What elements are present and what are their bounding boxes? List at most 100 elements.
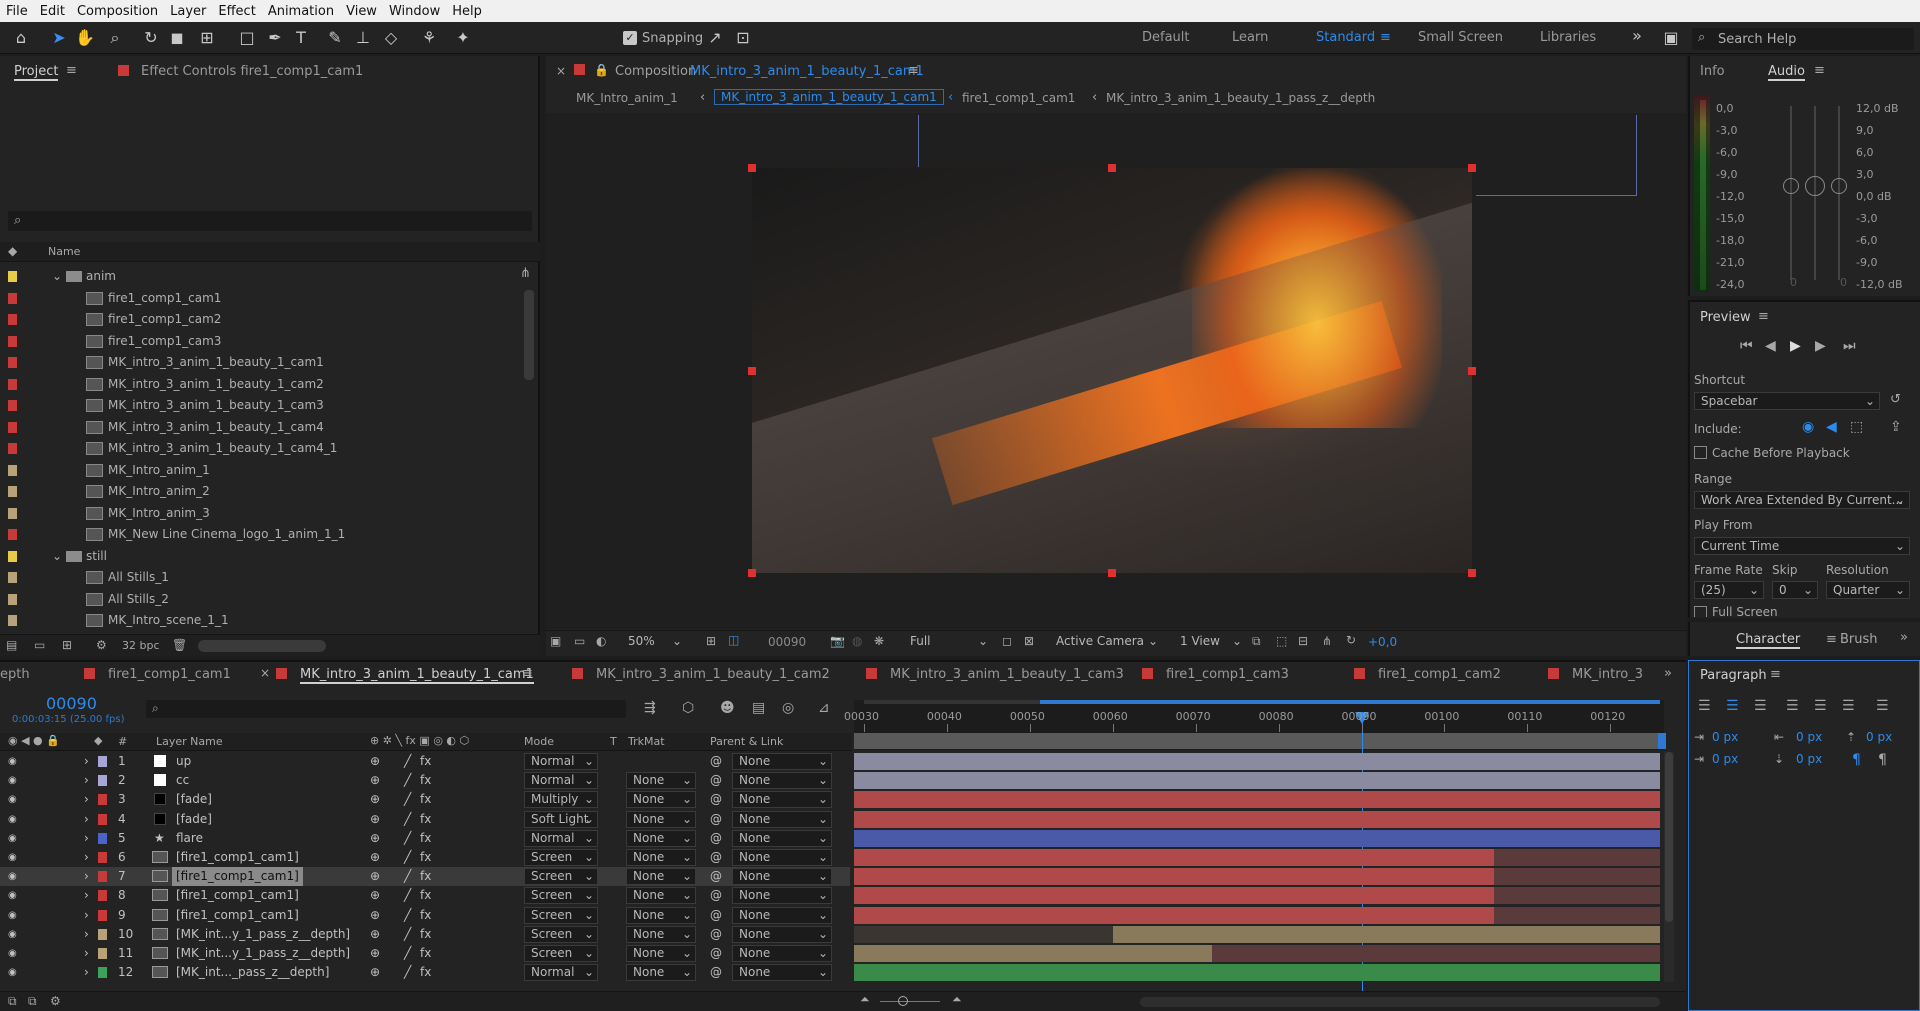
layer-duration-bar[interactable] <box>854 772 1660 790</box>
zoom-in-icon[interactable]: ⏶ <box>952 992 962 1007</box>
menu-composition[interactable]: Composition <box>77 4 158 19</box>
clone-stamp-icon[interactable]: ⊥ <box>352 27 374 49</box>
layer-row[interactable]: ◉ › 12 [MK_int..._pass_z__depth] ⊕ ╱ fx Normal ⌄… <box>0 963 850 982</box>
fx-switch-icon[interactable]: fx <box>420 810 431 829</box>
label-color[interactable] <box>8 486 17 497</box>
snap-option-icon[interactable]: ↗ <box>704 27 726 49</box>
parent-dropdown[interactable]: None ⌄ <box>732 945 832 962</box>
quality-switch-icon[interactable]: ╱ <box>404 848 411 867</box>
project-item[interactable]: All Stills_2 <box>108 589 169 610</box>
trkmat-dropdown[interactable]: None ⌄ <box>626 849 696 866</box>
new-folder-icon[interactable]: ▭ <box>34 638 45 652</box>
eye-icon[interactable]: ◉ <box>8 925 17 944</box>
rtl-direction-icon[interactable]: ¶ <box>1878 752 1887 768</box>
layer-name[interactable]: [MK_int...y_1_pass_z__depth] <box>176 925 350 944</box>
fx-switch-icon[interactable]: fx <box>420 867 431 886</box>
include-video-icon[interactable]: ◉ <box>1802 419 1814 435</box>
fx-switch-icon[interactable]: fx <box>420 848 431 867</box>
layer-name[interactable]: cc <box>176 771 189 790</box>
zoom-slider-thumb[interactable] <box>898 996 908 1006</box>
snapshot-icon[interactable]: 📷 <box>830 634 845 648</box>
comp-mini-flowchart-icon[interactable]: ⇶ <box>644 700 656 716</box>
timeline-tab[interactable]: fire1_comp1_cam2 <box>1378 667 1501 682</box>
label-color[interactable] <box>98 948 107 959</box>
snap-grid-icon[interactable]: ⊡ <box>732 27 754 49</box>
frame-blending-icon[interactable]: ▤ <box>752 700 765 716</box>
timeline-icon[interactable]: ⊟ <box>1298 634 1308 648</box>
modes-icon[interactable]: ⧉ <box>28 994 37 1009</box>
trkmat-dropdown[interactable]: None ⌄ <box>626 791 696 809</box>
pen-tool-icon[interactable]: ✒ <box>264 27 286 49</box>
breadcrumb-item[interactable]: fire1_comp1_cam1 <box>962 91 1075 105</box>
quality-switch-icon[interactable]: ╱ <box>404 925 411 944</box>
project-h-scrollbar[interactable] <box>198 640 326 652</box>
parent-dropdown[interactable]: None ⌄ <box>732 925 832 943</box>
menu-animation[interactable]: Animation <box>268 4 334 19</box>
pick-whip-icon[interactable]: @ <box>710 752 722 771</box>
external-video-icon[interactable]: ⇪ <box>1890 419 1902 435</box>
reset-icon[interactable]: ↺ <box>1890 392 1901 407</box>
work-area-range[interactable] <box>854 733 1658 749</box>
tab-brush[interactable]: Brush <box>1840 632 1884 647</box>
motion-blur-icon[interactable]: ◎ <box>782 700 794 716</box>
interpret-footage-icon[interactable]: ▤ <box>6 638 17 652</box>
disclosure-triangle-icon[interactable]: ⌄ <box>52 546 62 567</box>
parent-dropdown[interactable]: None ⌄ <box>732 829 832 847</box>
layer-name[interactable]: [fade] <box>176 790 212 809</box>
parent-dropdown[interactable]: None ⌄ <box>732 868 832 886</box>
layer-switches-icon[interactable]: ⧉ <box>8 994 17 1009</box>
project-item[interactable]: MK_intro_3_anim_1_beauty_1_cam4 <box>108 417 324 438</box>
quality-switch-icon[interactable]: ╱ <box>404 906 411 925</box>
lock-icon[interactable]: 🔒 <box>594 63 609 77</box>
layer-name[interactable]: [fire1_comp1_cam1] <box>176 848 299 867</box>
puppet-pin-icon[interactable]: ✦ <box>452 27 474 49</box>
layer-duration-bar[interactable] <box>854 791 1660 809</box>
shy-switch-icon[interactable]: ⊕ <box>370 963 380 982</box>
shy-switch-icon[interactable]: ⊕ <box>370 790 380 809</box>
blend-mode-dropdown[interactable]: Normal ⌄ <box>524 772 598 790</box>
quality-switch-icon[interactable]: ╱ <box>404 944 411 963</box>
disclosure-triangle-icon[interactable]: › <box>84 848 89 867</box>
project-item[interactable]: MK_Intro_anim_2 <box>108 481 210 502</box>
disclosure-triangle-icon[interactable]: › <box>84 886 89 905</box>
indent-right-value[interactable]: 0 px <box>1796 730 1822 744</box>
timeline-tab-menu-icon[interactable]: ≡ <box>522 666 533 681</box>
eye-icon[interactable]: ◉ <box>8 810 17 829</box>
transparency-grid-icon[interactable]: ◫ <box>728 633 739 647</box>
align-left-icon[interactable]: ☰ <box>1698 698 1711 714</box>
include-audio-icon[interactable]: ◀ <box>1826 419 1837 435</box>
graph-editor-icon[interactable]: ⊿ <box>818 700 830 716</box>
pick-whip-icon[interactable]: @ <box>710 867 722 886</box>
quality-switch-icon[interactable]: ╱ <box>404 771 411 790</box>
pick-whip-icon[interactable]: @ <box>710 790 722 809</box>
breadcrumb-item[interactable]: MK_intro_3_anim_1_beauty_1_cam1 <box>714 89 944 105</box>
first-line-indent-value[interactable]: 0 px <box>1712 752 1738 766</box>
blend-mode-dropdown[interactable]: Screen ⌄ <box>524 887 598 905</box>
label-color[interactable] <box>8 357 17 368</box>
magnification-dropdown[interactable]: 50% ⌄ <box>622 633 684 651</box>
blend-mode-dropdown[interactable]: Soft Light ⌄ <box>524 810 598 828</box>
always-preview-icon[interactable]: ▣ <box>550 634 561 648</box>
label-color[interactable] <box>8 292 17 304</box>
disclosure-triangle-icon[interactable]: › <box>84 963 89 982</box>
fx-switch-icon[interactable]: fx <box>420 906 431 925</box>
breadcrumb-item[interactable]: MK_intro_3_anim_1_beauty_1_pass_z__depth <box>1106 91 1375 105</box>
disclosure-triangle-icon[interactable]: › <box>84 810 89 829</box>
label-color[interactable] <box>8 335 17 347</box>
flowchart-icon[interactable]: ⋔ <box>1322 634 1332 648</box>
label-color[interactable] <box>8 593 17 605</box>
shy-switch-icon[interactable]: ⊕ <box>370 906 380 925</box>
include-overlays-icon[interactable]: ⬚ <box>1850 419 1863 435</box>
toggle-transparency-icon[interactable]: ⊠ <box>1024 634 1034 648</box>
bpc-label[interactable]: 32 bpc <box>122 639 160 652</box>
exposure-value[interactable]: +0,0 <box>1368 635 1397 649</box>
hand-tool-icon[interactable]: ✋ <box>74 27 96 49</box>
zoom-slider[interactable] <box>880 1001 940 1002</box>
trkmat-dropdown[interactable]: None ⌄ <box>626 964 696 982</box>
project-item[interactable]: All Stills_1 <box>108 567 169 588</box>
layer-duration-bar[interactable] <box>1112 925 1660 943</box>
shy-switch-icon[interactable]: ⊕ <box>370 771 380 790</box>
timeline-scroll-thumb[interactable] <box>1665 752 1673 922</box>
timeline-tab[interactable]: epth <box>0 667 30 682</box>
layer-row[interactable]: ◉ › 9 [fire1_comp1_cam1] ⊕ ╱ fx Screen ⌄ None ⌄ @ No… <box>0 906 850 925</box>
